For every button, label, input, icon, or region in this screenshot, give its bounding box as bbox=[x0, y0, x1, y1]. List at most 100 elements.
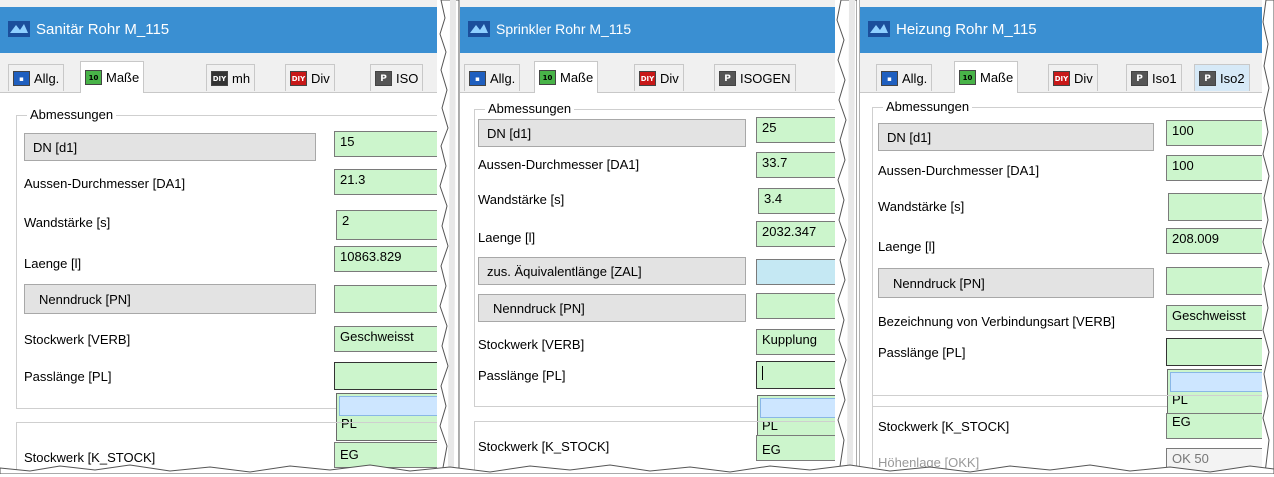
tab-allg[interactable]: ▪ Allg. bbox=[8, 64, 65, 91]
field-k-stock[interactable]: EG bbox=[1166, 413, 1266, 439]
label-k-stock: Stockwerk [K_STOCK] bbox=[878, 419, 1010, 434]
p-tab-icon: P bbox=[375, 70, 392, 86]
label-nenndruck: Nenndruck [PN] bbox=[478, 294, 746, 322]
tab-iso[interactable]: P ISO bbox=[370, 64, 424, 91]
tab-label: mh bbox=[232, 70, 251, 86]
tab-isogen[interactable]: P ISOGEN bbox=[714, 64, 796, 91]
field-nenndruck[interactable] bbox=[1166, 267, 1266, 295]
tab-label: Div bbox=[311, 70, 330, 86]
tab-div[interactable]: DIY Div bbox=[1048, 64, 1098, 91]
field-laenge[interactable]: 10863.829 bbox=[334, 246, 447, 272]
app-logo-icon bbox=[868, 21, 890, 37]
allg-tab-icon: ▪ bbox=[469, 70, 486, 86]
label-da1: Aussen-Durchmesser [DA1] bbox=[478, 157, 640, 172]
field-passlaenge[interactable] bbox=[1166, 338, 1266, 366]
label-verb: Stockwerk [VERB] bbox=[24, 332, 131, 347]
tab-label: Maße bbox=[560, 70, 594, 85]
dropdown-blank-option[interactable] bbox=[1170, 372, 1264, 392]
tab-content: Abmessungen DN [d1] 15 Aussen-Durchmesse… bbox=[0, 93, 447, 473]
tab-label: Maße bbox=[106, 70, 140, 85]
tab-strip: ▪ Allg. 10 Maße DIY Div P ISOGEN bbox=[460, 60, 854, 93]
dropdown-blank-option[interactable] bbox=[760, 398, 844, 418]
tab-div[interactable]: DIY Div bbox=[634, 64, 684, 91]
label-verb: Bezeichnung von Verbindungsart [VERB] bbox=[878, 314, 1116, 329]
div-tab-icon: DIY bbox=[290, 70, 307, 86]
masse-tab-icon: 10 bbox=[85, 70, 102, 85]
torn-edge bbox=[1262, 0, 1274, 473]
field-passlaenge[interactable] bbox=[756, 361, 846, 389]
field-passlaenge[interactable] bbox=[334, 362, 447, 390]
tab-label: Iso1 bbox=[1152, 70, 1177, 86]
tab-iso2[interactable]: P Iso2 bbox=[1194, 64, 1250, 91]
tab-label: Div bbox=[1074, 70, 1093, 86]
dropdown-blank-option[interactable] bbox=[339, 396, 447, 416]
tab-allg[interactable]: ▪ Allg. bbox=[876, 64, 933, 91]
label-wandstaerke: Wandstärke [s] bbox=[24, 215, 111, 230]
field-laenge[interactable]: 208.009 bbox=[1166, 228, 1266, 254]
field-nenndruck[interactable] bbox=[756, 293, 846, 319]
tab-allg[interactable]: ▪ Allg. bbox=[464, 64, 521, 91]
field-k-stock[interactable]: EG bbox=[756, 435, 846, 461]
field-verb[interactable]: Geschweisst bbox=[1166, 305, 1266, 331]
tab-label: Maße bbox=[980, 70, 1014, 85]
allg-tab-icon: ▪ bbox=[13, 70, 30, 86]
app-logo-icon bbox=[8, 21, 30, 37]
field-verb[interactable]: Geschweisst bbox=[334, 326, 447, 352]
field-wandstaerke[interactable]: 2 bbox=[336, 210, 447, 240]
tab-mh[interactable]: DIY mh bbox=[206, 64, 256, 91]
tab-div[interactable]: DIY Div bbox=[285, 64, 335, 91]
tab-masse[interactable]: 10 Maße bbox=[80, 61, 145, 93]
label-verb: Stockwerk [VERB] bbox=[478, 337, 585, 352]
field-laenge[interactable]: 2032.347 bbox=[756, 221, 846, 247]
label-da1: Aussen-Durchmesser [DA1] bbox=[878, 163, 1040, 178]
p-tab-icon: P bbox=[1199, 70, 1216, 86]
label-passlaenge: Passlänge [PL] bbox=[878, 345, 966, 360]
tab-label: ISO bbox=[396, 70, 419, 86]
tab-content: Abmessungen DN [d1] 100 Aussen-Durchmess… bbox=[860, 93, 1274, 473]
field-nenndruck[interactable] bbox=[334, 285, 447, 313]
tab-iso1[interactable]: P Iso1 bbox=[1126, 64, 1182, 91]
label-zal: zus. Äquivalentlänge [ZAL] bbox=[478, 257, 746, 285]
div-tab-icon: DIY bbox=[639, 70, 656, 86]
tab-masse[interactable]: 10 Maße bbox=[954, 61, 1019, 93]
torn-bottom-edge bbox=[0, 462, 1274, 475]
field-dn[interactable]: 100 bbox=[1166, 120, 1266, 146]
text-caret bbox=[762, 365, 763, 380]
torn-edge bbox=[835, 0, 857, 473]
field-zal[interactable] bbox=[756, 259, 846, 285]
label-da1: Aussen-Durchmesser [DA1] bbox=[24, 176, 186, 191]
window-title: Sprinkler Rohr M_115 bbox=[496, 21, 632, 37]
field-da1[interactable]: 21.3 bbox=[334, 169, 447, 195]
group-title: Abmessungen bbox=[485, 101, 575, 116]
tab-content: Abmessungen DN [d1] 25 Aussen-Durchmesse… bbox=[460, 93, 854, 473]
title-bar[interactable]: Sprinkler Rohr M_115 bbox=[460, 7, 854, 53]
label-dn: DN [d1] bbox=[24, 133, 316, 161]
title-bar[interactable]: Sanitär Rohr M_115 bbox=[0, 7, 447, 53]
field-dn[interactable]: 25 bbox=[756, 117, 846, 143]
field-verb[interactable]: Kupplung bbox=[756, 329, 846, 355]
field-da1[interactable]: 100 bbox=[1166, 155, 1266, 181]
tab-strip: ▪ Allg. 10 Maße DIY mh DIY Div P ISO bbox=[0, 60, 447, 93]
p-tab-icon: P bbox=[719, 70, 736, 86]
app-logo-icon bbox=[468, 21, 490, 37]
tab-strip: ▪ Allg. 10 Maße DIY Div P Iso1 P Iso2 bbox=[860, 60, 1274, 93]
field-dn[interactable]: 15 bbox=[334, 131, 447, 157]
label-dn: DN [d1] bbox=[878, 123, 1154, 151]
tab-label: Allg. bbox=[902, 70, 928, 86]
window-heizung: Heizung Rohr M_115 ▪ Allg. 10 Maße DIY Div … bbox=[859, 0, 1274, 473]
tab-masse[interactable]: 10 Maße bbox=[534, 61, 599, 93]
allg-tab-icon: ▪ bbox=[881, 70, 898, 86]
div-tab-icon: DIY bbox=[1053, 70, 1070, 86]
label-laenge: Laenge [l] bbox=[478, 230, 536, 245]
p-tab-icon: P bbox=[1131, 70, 1148, 86]
label-laenge: Laenge [l] bbox=[24, 256, 82, 271]
field-da1[interactable]: 33.7 bbox=[756, 152, 846, 178]
label-dn: DN [d1] bbox=[478, 119, 746, 147]
tab-label: ISOGEN bbox=[740, 70, 791, 86]
window-sprinkler: Sprinkler Rohr M_115 ▪ Allg. 10 Maße DIY Di… bbox=[459, 0, 854, 473]
field-wandstaerke[interactable] bbox=[1168, 193, 1268, 221]
label-wandstaerke: Wandstärke [s] bbox=[878, 199, 965, 214]
tab-label: Iso2 bbox=[1220, 70, 1245, 86]
title-bar[interactable]: Heizung Rohr M_115 bbox=[860, 7, 1274, 53]
label-wandstaerke: Wandstärke [s] bbox=[478, 192, 565, 207]
